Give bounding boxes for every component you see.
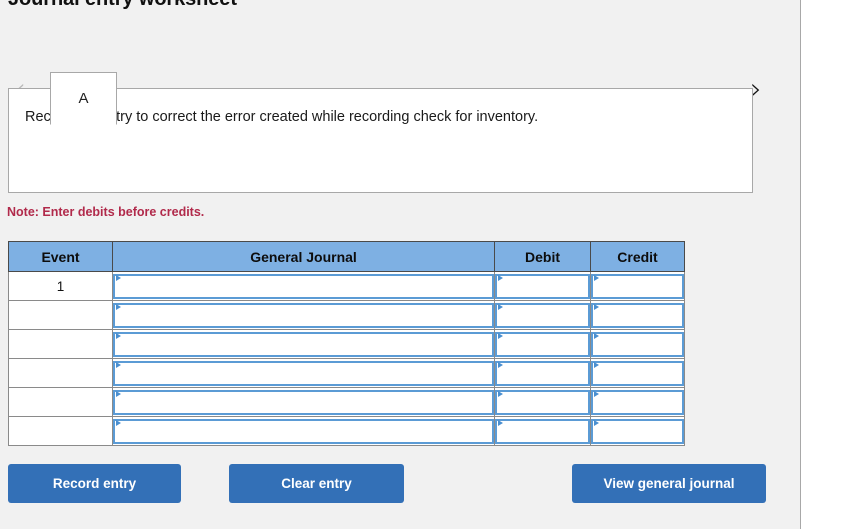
- table-body: 1: [8, 271, 685, 446]
- general-journal-input[interactable]: [113, 302, 494, 328]
- table-row: [8, 300, 685, 330]
- credit-input[interactable]: [591, 273, 684, 299]
- record-entry-button[interactable]: Record entry: [8, 464, 181, 503]
- general-journal-cell[interactable]: [112, 271, 495, 301]
- right-white-margin: [802, 0, 850, 529]
- credit-input[interactable]: [591, 302, 684, 328]
- event-cell: [8, 358, 113, 388]
- credit-input[interactable]: [591, 418, 684, 444]
- column-header-event: Event: [8, 241, 113, 272]
- prompt-box: Record the entry to correct the error cr…: [8, 88, 753, 193]
- table-row: [8, 416, 685, 446]
- debit-cell[interactable]: [494, 416, 591, 446]
- event-cell: 1: [8, 271, 113, 301]
- table-row: [8, 358, 685, 388]
- general-journal-input[interactable]: [113, 360, 494, 386]
- general-journal-cell[interactable]: [112, 416, 495, 446]
- debit-input[interactable]: [495, 389, 590, 415]
- general-journal-input[interactable]: [113, 273, 494, 299]
- general-journal-input[interactable]: [113, 331, 494, 357]
- event-cell: [8, 300, 113, 330]
- event-cell: [8, 329, 113, 359]
- general-journal-input[interactable]: [113, 418, 494, 444]
- general-journal-cell[interactable]: [112, 358, 495, 388]
- clear-entry-button[interactable]: Clear entry: [229, 464, 404, 503]
- credit-cell[interactable]: [590, 329, 685, 359]
- credit-input[interactable]: [591, 331, 684, 357]
- general-journal-cell[interactable]: [112, 329, 495, 359]
- debit-cell[interactable]: [494, 387, 591, 417]
- journal-entry-table: Event General Journal Debit Credit 1: [8, 241, 685, 446]
- credit-cell[interactable]: [590, 271, 685, 301]
- debit-input[interactable]: [495, 418, 590, 444]
- event-cell: [8, 387, 113, 417]
- credit-input[interactable]: [591, 360, 684, 386]
- credit-cell[interactable]: [590, 416, 685, 446]
- general-journal-cell[interactable]: [112, 300, 495, 330]
- column-header-general-journal: General Journal: [112, 241, 495, 272]
- credit-cell[interactable]: [590, 300, 685, 330]
- debit-cell[interactable]: [494, 358, 591, 388]
- table-row: [8, 329, 685, 359]
- column-header-debit: Debit: [494, 241, 591, 272]
- column-header-credit: Credit: [590, 241, 685, 272]
- tab-a[interactable]: A: [50, 72, 117, 125]
- debit-input[interactable]: [495, 360, 590, 386]
- journal-entry-panel: Journal entry worksheet ‹ A B › Record t…: [0, 0, 801, 529]
- table-header-row: Event General Journal Debit Credit: [8, 241, 685, 272]
- general-journal-cell[interactable]: [112, 387, 495, 417]
- debit-input[interactable]: [495, 273, 590, 299]
- table-row: [8, 387, 685, 417]
- debit-cell[interactable]: [494, 329, 591, 359]
- event-cell: [8, 416, 113, 446]
- table-row: 1: [8, 271, 685, 301]
- tab-strip: ‹ A B ›: [0, 36, 801, 125]
- debit-cell[interactable]: [494, 271, 591, 301]
- credit-input[interactable]: [591, 389, 684, 415]
- page-title: Journal entry worksheet: [8, 0, 237, 11]
- credit-cell[interactable]: [590, 387, 685, 417]
- debit-input[interactable]: [495, 302, 590, 328]
- debit-input[interactable]: [495, 331, 590, 357]
- credit-cell[interactable]: [590, 358, 685, 388]
- general-journal-input[interactable]: [113, 389, 494, 415]
- debit-cell[interactable]: [494, 300, 591, 330]
- note-text: Note: Enter debits before credits.: [7, 205, 205, 219]
- view-general-journal-button[interactable]: View general journal: [572, 464, 766, 503]
